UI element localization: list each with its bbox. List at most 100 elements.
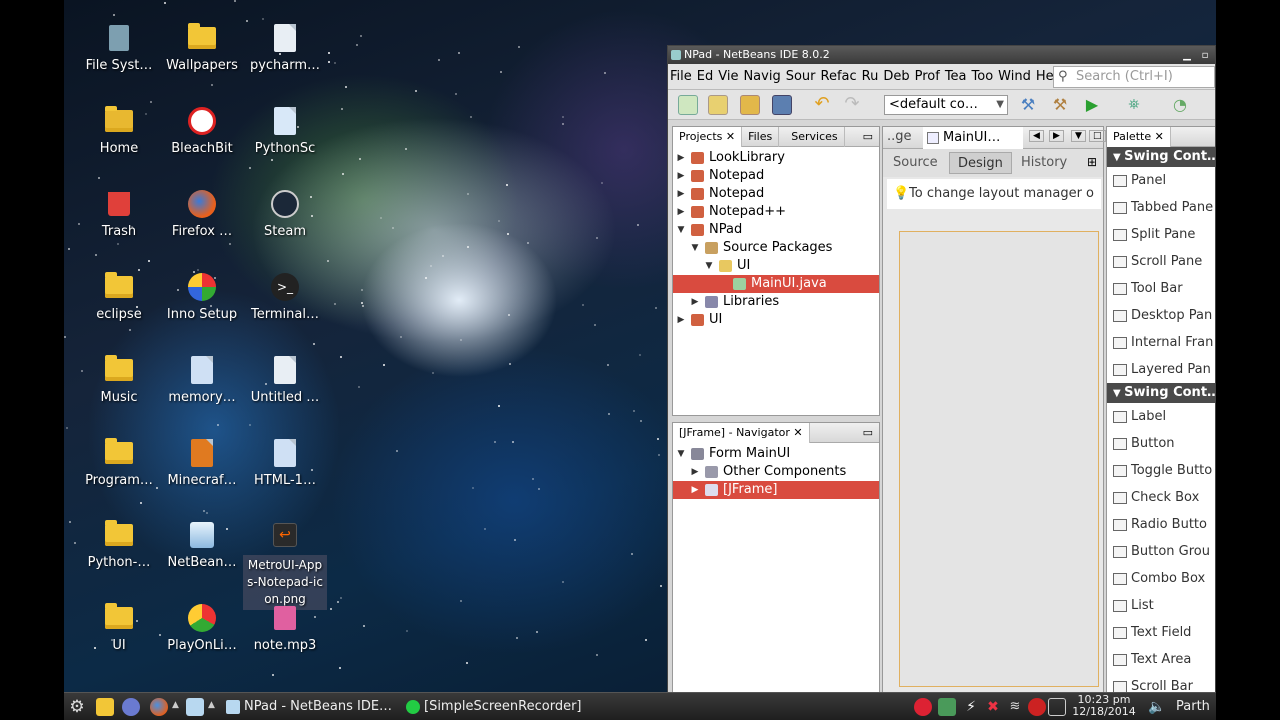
maximize-icon[interactable]: ▫ [1197, 47, 1213, 61]
user-name[interactable]: Parth [1176, 699, 1210, 714]
expanded-arrow-icon[interactable]: ▼ [689, 239, 701, 257]
palette-item[interactable]: Internal Fran [1107, 329, 1215, 356]
collapsed-arrow-icon[interactable]: ▶ [689, 463, 701, 481]
tree-node[interactable]: MainUI.java [673, 275, 879, 293]
undo-icon[interactable]: ↶ [812, 95, 832, 115]
menu-item[interactable]: Vie [718, 69, 738, 84]
tab-history[interactable]: History [1013, 152, 1075, 174]
palette-item[interactable]: Text Field [1107, 619, 1215, 646]
menu-item[interactable]: He [1036, 69, 1054, 84]
tree-node[interactable]: ▶ LookLibrary [673, 149, 879, 167]
palette-item[interactable]: Combo Box [1107, 565, 1215, 592]
tree-node[interactable]: ▶ UI [673, 311, 879, 329]
configuration-select[interactable]: <default co… ▼ [884, 95, 1008, 115]
menu-item[interactable]: Sour [786, 69, 816, 84]
palette-item[interactable]: Split Pane [1107, 221, 1215, 248]
clean-build-icon[interactable]: ⚒ [1050, 95, 1070, 115]
group-arrow-icon[interactable]: ▲ [172, 700, 179, 710]
wifi-tray-icon[interactable]: ≋ [1006, 698, 1024, 716]
palette-item[interactable]: Scroll Bar [1107, 673, 1215, 693]
desktop-icon[interactable]: Firefox … [160, 190, 244, 260]
desktop-icon[interactable]: Trash [77, 190, 161, 260]
palette-item[interactable]: Check Box [1107, 484, 1215, 511]
task-netbeans[interactable]: NPad - NetBeans IDE… [222, 695, 398, 719]
palette-item[interactable]: Radio Butto [1107, 511, 1215, 538]
desktop-icon[interactable]: File Syst… [77, 24, 161, 94]
desktop-icon[interactable]: note.mp3 [243, 604, 327, 674]
collapsed-arrow-icon[interactable]: ▶ [675, 311, 687, 329]
tab-scroll-right-icon[interactable]: ▶ [1049, 130, 1064, 142]
volume-icon[interactable]: 🔈 [1148, 698, 1166, 716]
palette-item[interactable]: Tabbed Pane [1107, 194, 1215, 221]
collapsed-arrow-icon[interactable]: ▶ [675, 149, 687, 167]
tab-scroll-left-icon[interactable]: ◀ [1029, 130, 1044, 142]
tree-node[interactable]: ▼ Form MainUI [673, 445, 879, 463]
minimize-icon[interactable]: ▁ [1179, 47, 1195, 61]
tree-node[interactable]: ▶ [JFrame] [673, 481, 879, 499]
run-icon[interactable]: ▶ [1082, 95, 1102, 115]
launcher-icon[interactable] [122, 698, 140, 716]
desktop-icon[interactable]: eclipse [77, 272, 161, 343]
collapsed-arrow-icon[interactable]: ▶ [675, 167, 687, 185]
desktop-icon[interactable]: Music [77, 355, 161, 426]
tree-node[interactable]: ▶ Notepad++ [673, 203, 879, 221]
menu-item[interactable]: Ed [697, 69, 713, 84]
menu-item[interactable]: Refac [821, 69, 857, 84]
palette-item[interactable]: Scroll Pane [1107, 248, 1215, 275]
clipboard-tray-icon[interactable] [1048, 698, 1066, 716]
collapsed-arrow-icon[interactable]: ▶ [689, 293, 701, 311]
tab-previous-file[interactable]: ..ge [887, 129, 912, 144]
split-view-icon[interactable]: ⊞ [1087, 155, 1097, 169]
tab-files[interactable]: Files [742, 126, 780, 147]
desktop-icon[interactable]: Python-… [77, 520, 161, 591]
maximize-editor-icon[interactable]: □ [1089, 130, 1106, 142]
shield-tray-icon[interactable]: ✖ [984, 698, 1002, 716]
tab-design[interactable]: Design [949, 152, 1012, 174]
search-input[interactable]: ⚲ Search (Ctrl+I) [1053, 66, 1215, 88]
tree-node[interactable]: ▶ Libraries [673, 293, 879, 311]
desktop-icon[interactable]: UI [77, 603, 161, 674]
tab-navigator[interactable]: [JFrame] - Navigator ✕ [673, 422, 810, 443]
palette-item[interactable]: Layered Pan [1107, 356, 1215, 383]
firefox-icon[interactable] [150, 698, 168, 716]
palette-item[interactable]: Panel [1107, 167, 1215, 194]
desktop-icon[interactable]: Wallpapers [160, 23, 244, 94]
desktop-icon[interactable]: Minecraf… [160, 439, 244, 509]
display-tray-icon[interactable] [938, 698, 956, 716]
menu-item[interactable]: Prof [915, 69, 940, 84]
palette-item[interactable]: Button [1107, 430, 1215, 457]
clock[interactable]: 10:23 pm 12/18/2014 [1068, 694, 1140, 718]
tab-services[interactable]: Services [779, 126, 845, 147]
tab-palette[interactable]: Palette ✕ [1107, 127, 1171, 147]
desktop-icon[interactable]: >_ Terminal… [243, 273, 327, 343]
build-icon[interactable]: ⚒ [1018, 95, 1038, 115]
collapsed-arrow-icon[interactable]: ▶ [675, 203, 687, 221]
menu-item[interactable]: File [670, 69, 692, 84]
save-all-icon[interactable] [772, 95, 792, 115]
desktop-icon[interactable]: PythonSc [243, 107, 327, 177]
task-screen-recorder[interactable]: [SimpleScreenRecorder] [402, 695, 582, 719]
tab-source[interactable]: Source [885, 152, 946, 174]
tree-node[interactable]: ▼ Source Packages [673, 239, 879, 257]
desktop-icon[interactable]: Inno Setup [160, 273, 244, 343]
palette-category[interactable]: ▼ Swing Cont… [1107, 147, 1215, 167]
group-arrow-icon[interactable]: ▲ [208, 700, 215, 710]
expanded-arrow-icon[interactable]: ▼ [703, 257, 715, 275]
tree-node[interactable]: ▶ Notepad [673, 185, 879, 203]
tab-list-icon[interactable]: ▼ [1071, 130, 1086, 142]
minimize-panel-icon[interactable]: ▭ [863, 130, 873, 143]
tree-node[interactable]: ▼ NPad [673, 221, 879, 239]
desktop-icon[interactable]: Steam [243, 190, 327, 260]
recorder-tray-icon[interactable] [914, 698, 932, 716]
palette-item[interactable]: List [1107, 592, 1215, 619]
desktop-icon[interactable]: pycharm… [243, 24, 327, 94]
collapsed-arrow-icon[interactable]: ▶ [675, 185, 687, 203]
menu-item[interactable]: Deb [883, 69, 909, 84]
close-icon[interactable]: ✕ [793, 426, 802, 439]
debug-icon[interactable]: ⛯ [1124, 95, 1144, 115]
menu-item[interactable]: Ru [862, 69, 879, 84]
palette-item[interactable]: Tool Bar [1107, 275, 1215, 302]
tab-projects[interactable]: Projects ✕ [673, 126, 743, 147]
collapsed-arrow-icon[interactable]: ▶ [689, 481, 701, 499]
desktop-icon[interactable]: NetBean… [160, 521, 244, 591]
